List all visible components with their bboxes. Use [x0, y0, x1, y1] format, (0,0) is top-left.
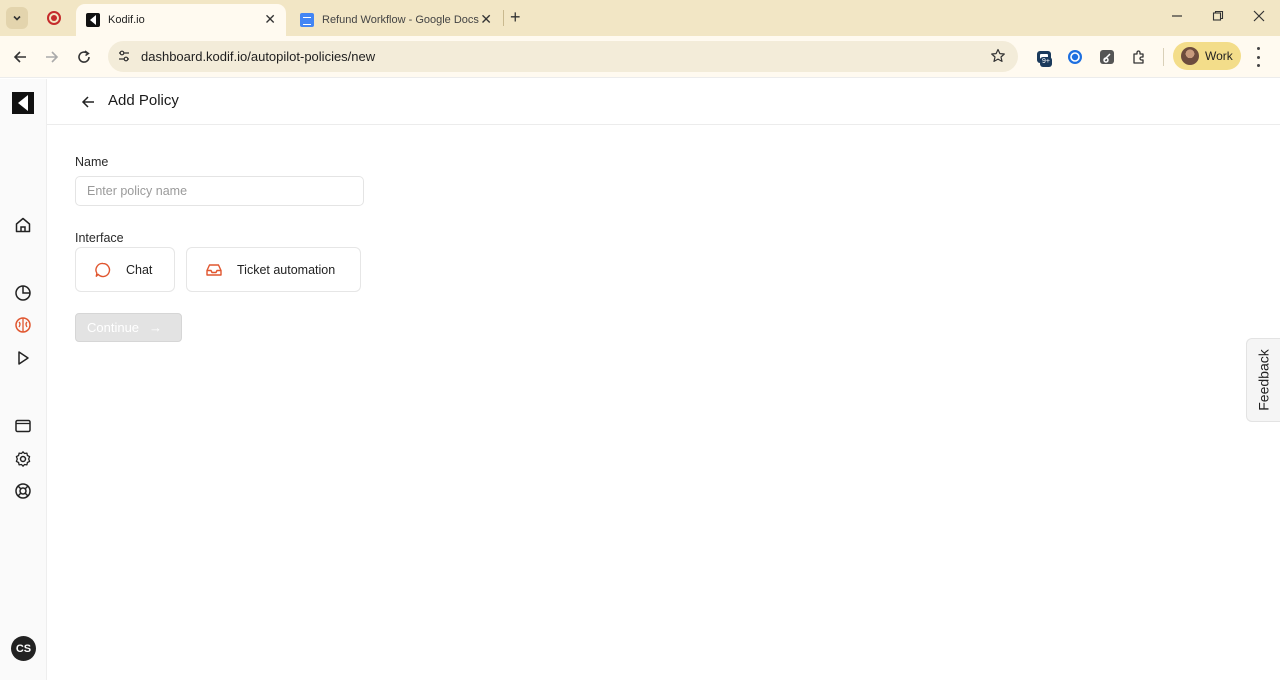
profile-avatar — [1181, 47, 1199, 65]
minimize-icon[interactable] — [1171, 9, 1183, 25]
back-arrow-icon[interactable] — [79, 93, 97, 111]
arrow-right-icon — [46, 51, 59, 63]
tab-title: Refund Workflow - Google Docs — [322, 14, 479, 26]
continue-button[interactable]: Continue → — [75, 313, 182, 342]
bookmark-star-icon[interactable] — [990, 48, 1006, 69]
analytics-icon[interactable] — [12, 282, 34, 304]
google-docs-favicon-icon — [300, 13, 314, 27]
extension-circle-icon[interactable] — [1064, 46, 1086, 68]
brain-icon[interactable] — [12, 314, 34, 336]
toolbar-divider — [1163, 48, 1164, 66]
page-header: Add Policy — [47, 79, 1280, 125]
extension-hubspot-icon[interactable] — [1096, 46, 1118, 68]
browser-menu-icon[interactable] — [1252, 47, 1264, 67]
option-label: Ticket automation — [237, 262, 336, 277]
new-tab-button[interactable]: + — [510, 8, 521, 26]
interface-option-chat[interactable]: Chat — [75, 247, 175, 292]
feedback-label: Feedback — [1255, 349, 1272, 411]
user-avatar[interactable]: CS — [11, 636, 36, 661]
name-label: Name — [75, 155, 109, 169]
settings-icon[interactable] — [12, 448, 34, 470]
browser-tab-bar: Kodif.io ✕ Refund Workflow - Google Docs… — [0, 0, 1280, 36]
reload-icon — [78, 50, 90, 63]
restore-icon[interactable] — [1212, 9, 1224, 25]
extensions-puzzle-icon[interactable] — [1128, 46, 1150, 68]
option-label: Chat — [126, 262, 153, 277]
tab-kodif[interactable]: Kodif.io ✕ — [76, 4, 286, 36]
url-text: dashboard.kodif.io/autopilot-policies/ne… — [141, 49, 376, 64]
inbox-tray-icon — [204, 260, 224, 280]
feedback-tab[interactable]: Feedback — [1246, 338, 1280, 422]
kodif-logo[interactable] — [12, 92, 34, 114]
profile-label: Work — [1205, 49, 1233, 63]
chat-bubble-icon — [93, 260, 113, 280]
tab-google-docs[interactable]: Refund Workflow - Google Docs ✕ — [292, 4, 502, 36]
forward-button[interactable] — [41, 46, 63, 68]
window-icon[interactable] — [12, 415, 34, 437]
site-settings-icon[interactable] — [117, 49, 131, 68]
reload-button[interactable] — [73, 46, 95, 68]
arrow-left-icon — [13, 51, 26, 63]
play-icon[interactable] — [12, 347, 34, 369]
tab-divider — [503, 10, 504, 26]
kodif-favicon-icon — [86, 13, 100, 27]
tab-search-button[interactable] — [6, 7, 28, 29]
tab-title: Kodif.io — [108, 14, 145, 26]
extension-badge: 9+ — [1040, 57, 1052, 67]
arrow-right-icon: → — [149, 320, 163, 335]
app-sidebar: CS — [0, 79, 47, 680]
page-title: Add Policy — [108, 92, 179, 109]
continue-label: Continue — [87, 320, 140, 335]
support-icon[interactable] — [12, 480, 34, 502]
back-button[interactable] — [9, 46, 31, 68]
browser-toolbar: dashboard.kodif.io/autopilot-policies/ne… — [0, 36, 1280, 78]
profile-button[interactable]: Work — [1173, 42, 1241, 70]
address-bar[interactable]: dashboard.kodif.io/autopilot-policies/ne… — [108, 41, 1018, 72]
policy-name-input[interactable] — [75, 176, 364, 206]
close-tab-icon[interactable]: ✕ — [480, 12, 492, 26]
close-window-icon[interactable] — [1253, 9, 1265, 25]
interface-label: Interface — [75, 231, 124, 245]
close-tab-icon[interactable]: ✕ — [264, 12, 276, 26]
chevron-down-icon — [13, 15, 21, 21]
recording-icon[interactable] — [47, 11, 61, 25]
home-icon[interactable] — [12, 214, 34, 236]
interface-option-ticket-automation[interactable]: Ticket automation — [186, 247, 361, 292]
